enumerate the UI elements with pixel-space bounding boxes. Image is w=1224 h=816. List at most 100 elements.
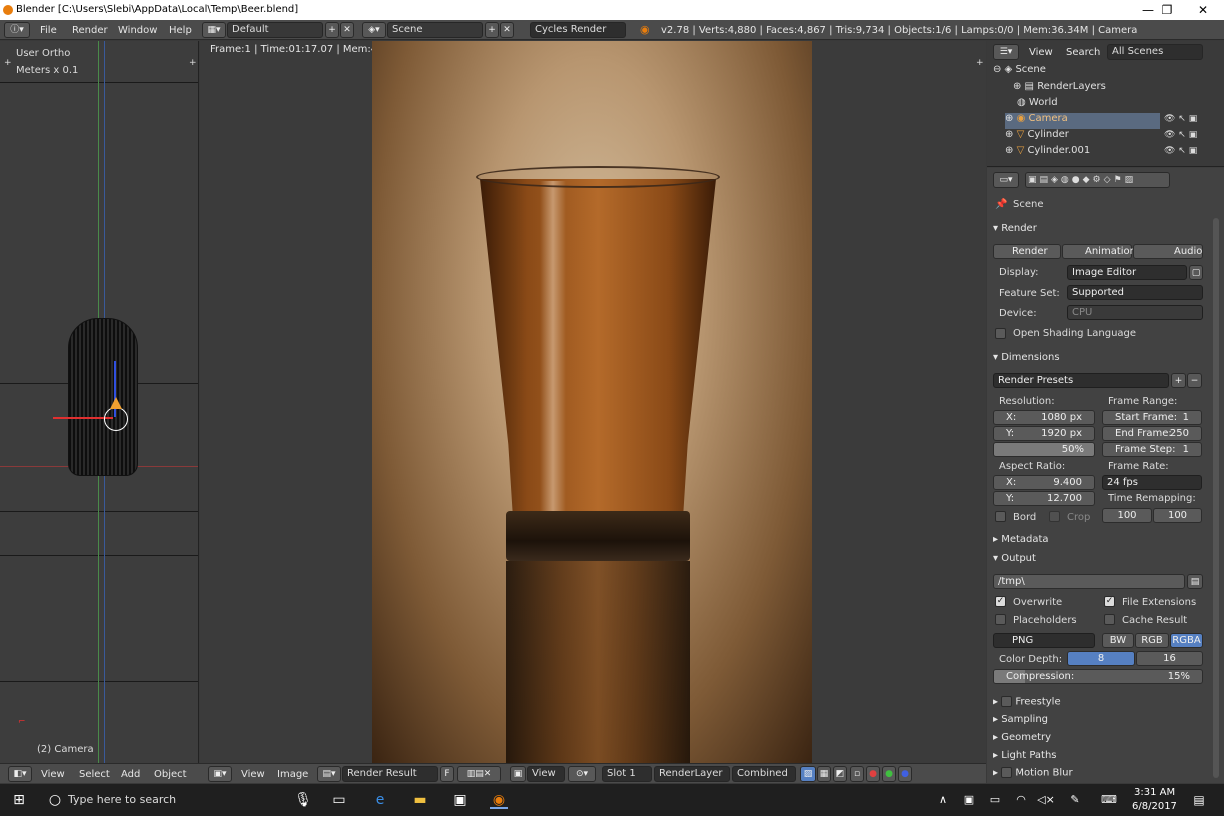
crop-checkbox[interactable] <box>1049 511 1060 522</box>
file-explorer-icon[interactable]: ▬ <box>411 791 429 809</box>
show-hidden-icons-icon[interactable]: ∧ <box>934 791 952 809</box>
remove-preset-icon[interactable]: − <box>1187 373 1202 388</box>
edge-browser-icon[interactable]: e <box>371 791 389 809</box>
add-preset-icon[interactable]: + <box>1171 373 1186 388</box>
scene-selector[interactable]: Scene <box>387 22 483 38</box>
channel-red-icon[interactable]: ● <box>866 766 880 782</box>
outliner-item-world[interactable]: ◍ World <box>1017 97 1192 113</box>
menu-image-view[interactable]: View <box>241 769 265 780</box>
file-format-dropdown[interactable]: PNG <box>993 633 1095 648</box>
display-dropdown[interactable]: Image Editor <box>1067 265 1187 280</box>
light-paths-section-header[interactable]: ▸ Light Paths <box>993 750 1057 761</box>
outliner-search-menu[interactable]: Search <box>1066 47 1100 58</box>
glass-wireframe[interactable] <box>68 318 138 476</box>
display-window-icon[interactable]: ▢ <box>1189 265 1203 280</box>
output-section-header[interactable]: ▾ Output <box>993 553 1036 564</box>
motion-blur-checkbox[interactable] <box>1001 767 1013 778</box>
store-icon[interactable]: ▣ <box>451 791 469 809</box>
properties-toggle-icon[interactable]: + <box>976 58 984 68</box>
sampling-section-header[interactable]: ▸ Sampling <box>993 714 1048 725</box>
camera-origin-icon[interactable] <box>104 407 128 431</box>
depth-8-button[interactable]: 8 <box>1067 651 1135 666</box>
properties-scrollbar[interactable] <box>1213 218 1219 778</box>
bw-button[interactable]: BW <box>1102 633 1134 648</box>
menu-help[interactable]: Help <box>169 25 192 36</box>
keyboard-icon[interactable]: ⌨ <box>1100 791 1118 809</box>
render-presets-dropdown[interactable]: Render Presets <box>993 373 1169 388</box>
scene-icon[interactable]: ◈▾ <box>362 22 386 38</box>
remove-layout-icon[interactable]: ✕ <box>340 22 354 38</box>
3d-view-editor-icon[interactable]: ◧▾ <box>8 766 32 782</box>
render-button[interactable]: Render <box>993 244 1061 259</box>
view-dropdown[interactable]: View <box>527 766 565 782</box>
browse-folder-icon[interactable]: ▤ <box>1187 574 1203 589</box>
screen-layout-icon[interactable]: ▦▾ <box>202 22 226 38</box>
geometry-section-header[interactable]: ▸ Geometry <box>993 732 1051 743</box>
view-mode-icon[interactable]: ▣ <box>510 766 526 782</box>
outliner-item-cylinder-001[interactable]: ⊕ ▽ Cylinder.001 <box>1005 145 1180 161</box>
render-pass-dropdown[interactable]: Combined <box>732 766 796 782</box>
start-frame-field[interactable]: Start Frame: 1 <box>1102 410 1202 425</box>
end-frame-field[interactable]: End Frame: 250 <box>1102 426 1202 441</box>
wifi-icon[interactable]: ◠ <box>1012 791 1030 809</box>
add-layout-icon[interactable]: + <box>325 22 339 38</box>
image-tools-icon[interactable]: ▥▤✕ <box>457 766 501 782</box>
overwrite-checkbox[interactable]: ✓ <box>995 596 1006 607</box>
resolution-y-field[interactable]: Y: 1920 px <box>993 426 1095 441</box>
output-path-field[interactable]: /tmp\ <box>993 574 1185 589</box>
channel-alpha-icon[interactable]: ◩ <box>833 766 847 782</box>
render-layer-dropdown[interactable]: RenderLayer <box>654 766 730 782</box>
menu-view[interactable]: View <box>41 769 65 780</box>
clock-date[interactable]: 6/8/2017 <box>1132 801 1177 812</box>
pivot-icon[interactable]: ⊙▾ <box>568 766 596 782</box>
fake-user-button[interactable]: F <box>440 766 454 782</box>
frame-rate-dropdown[interactable]: 24 fps <box>1102 475 1202 490</box>
viewport-3d[interactable]: User Ortho Meters x 0.1 + + ⌐ (2) Camera <box>0 41 199 763</box>
battery-icon[interactable]: ▭ <box>986 791 1004 809</box>
menu-file[interactable]: File <box>40 25 57 36</box>
motion-blur-section-header[interactable]: ▸ Motion Blur <box>993 767 1073 779</box>
action-center-icon[interactable]: ▤ <box>1190 791 1208 809</box>
menu-image[interactable]: Image <box>277 769 308 780</box>
compression-slider[interactable]: Compression: 15% <box>993 669 1203 684</box>
freestyle-section-header[interactable]: ▸ Freestyle <box>993 696 1061 708</box>
resolution-percent-slider[interactable]: 50% <box>993 442 1095 457</box>
frame-step-field[interactable]: Frame Step: 1 <box>1102 442 1202 457</box>
rgb-button[interactable]: RGB <box>1135 633 1169 648</box>
resolution-x-field[interactable]: X: 1080 px <box>993 410 1095 425</box>
image-editor[interactable]: Frame:1 | Time:01:17.07 | Mem:4.88M, Pea… <box>200 41 986 763</box>
visibility-eye-icon[interactable]: 👁 ↖ ▣ <box>1164 114 1197 124</box>
visibility-eye-icon[interactable]: 👁 ↖ ▣ <box>1164 130 1197 140</box>
toolshelf-toggle-icon[interactable]: + <box>4 58 12 68</box>
channel-blue-icon[interactable]: ● <box>898 766 912 782</box>
outliner-item-camera[interactable]: ⊕ ◉ Camera <box>1005 113 1160 129</box>
windows-start-icon[interactable]: ⊞ <box>10 791 28 809</box>
audio-button[interactable]: Audio <box>1133 244 1203 259</box>
outliner[interactable]: ☰▾ View Search All Scenes ⊖ ◈ Scene ⊕ ▤ … <box>987 41 1224 167</box>
depth-16-button[interactable]: 16 <box>1136 651 1203 666</box>
search-circle-icon[interactable]: ○ <box>46 791 64 809</box>
border-checkbox[interactable] <box>995 511 1006 522</box>
close-button[interactable]: ✕ <box>1188 2 1218 18</box>
network-device-icon[interactable]: ▣ <box>960 791 978 809</box>
editor-type-icon[interactable]: ⓘ▾ <box>4 22 30 38</box>
outliner-item-scene[interactable]: ⊖ ◈ Scene <box>993 64 1168 80</box>
menu-window[interactable]: Window <box>118 25 157 36</box>
remove-scene-icon[interactable]: ✕ <box>500 22 514 38</box>
device-dropdown[interactable]: CPU <box>1067 305 1203 320</box>
file-extensions-checkbox[interactable]: ✓ <box>1104 596 1115 607</box>
rgba-button[interactable]: RGBA <box>1170 633 1203 648</box>
cache-result-checkbox[interactable] <box>1104 614 1115 625</box>
outliner-editor-icon[interactable]: ☰▾ <box>993 44 1019 60</box>
outliner-filter-dropdown[interactable]: All Scenes <box>1107 44 1203 60</box>
render-engine-selector[interactable]: Cycles Render <box>530 22 626 38</box>
remap-new-field[interactable]: 100 <box>1153 508 1202 523</box>
animation-button[interactable]: Animation <box>1062 244 1136 259</box>
pin-icon[interactable]: 📌 <box>995 199 1007 210</box>
visibility-eye-icon[interactable]: 👁 ↖ ▣ <box>1164 146 1197 156</box>
layout-selector[interactable]: Default <box>227 22 323 38</box>
blender-taskbar-icon[interactable]: ◉ <box>490 791 508 809</box>
outliner-view-menu[interactable]: View <box>1029 47 1053 58</box>
channel-green-icon[interactable]: ● <box>882 766 896 782</box>
outliner-item-renderlayers[interactable]: ⊕ ▤ RenderLayers <box>1013 81 1188 97</box>
